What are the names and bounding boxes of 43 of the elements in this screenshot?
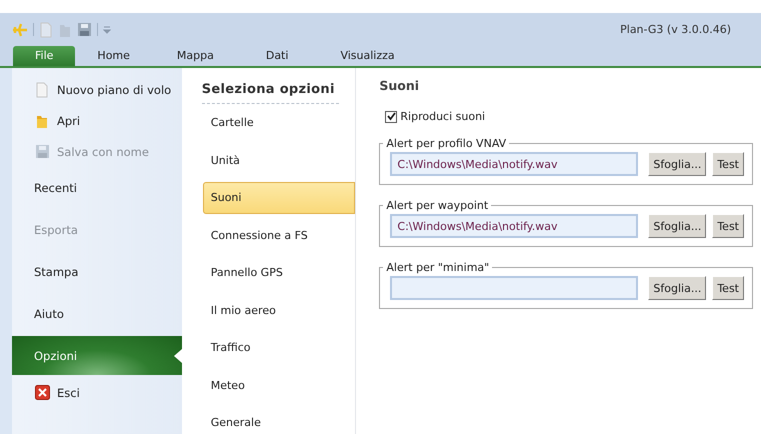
section-heading: Seleziona opzioni bbox=[202, 80, 340, 104]
menu-item[interactable]: Opzioni bbox=[12, 336, 182, 375]
airplane-icon[interactable] bbox=[12, 22, 28, 36]
close-icon bbox=[34, 385, 50, 400]
document-icon[interactable] bbox=[39, 22, 53, 38]
test-button[interactable]: Test bbox=[712, 214, 744, 238]
option-item[interactable]: Unità bbox=[202, 144, 356, 176]
menu-item[interactable]: Nuovo piano di volo bbox=[12, 74, 182, 105]
menu-item[interactable]: Apri bbox=[12, 105, 182, 136]
option-item[interactable]: Traffico bbox=[202, 332, 356, 364]
ribbon-tab[interactable]: File bbox=[13, 46, 76, 66]
group-label: Alert per "minima" bbox=[385, 261, 490, 274]
file-path-field[interactable] bbox=[390, 276, 638, 300]
checkbox-label[interactable]: Riproduci suoni bbox=[400, 110, 486, 123]
option-item[interactable]: Meteo bbox=[202, 370, 356, 402]
menu-item[interactable]: Aiuto bbox=[12, 293, 182, 335]
menu-item[interactable]: Esci bbox=[12, 377, 182, 408]
ribbon-tab[interactable]: Dati bbox=[240, 46, 314, 66]
menu-item[interactable]: Recenti bbox=[12, 167, 182, 209]
option-item[interactable]: Suoni bbox=[202, 182, 356, 214]
menu-item[interactable]: Stampa bbox=[12, 251, 182, 293]
window-title: Plan-G3 (v 3.0.0.46) bbox=[620, 23, 731, 36]
test-button[interactable]: Test bbox=[712, 152, 744, 176]
browse-button[interactable]: Sfoglia... bbox=[648, 214, 706, 238]
checkbox[interactable] bbox=[385, 110, 398, 122]
dropdown-icon[interactable] bbox=[103, 26, 111, 34]
ribbon-tab[interactable]: Mappa bbox=[150, 46, 240, 66]
browse-button[interactable]: Sfoglia... bbox=[648, 276, 706, 300]
ribbon-tab[interactable]: Visualizza bbox=[314, 46, 421, 66]
option-item[interactable]: Generale bbox=[202, 407, 356, 434]
browse-button[interactable]: Sfoglia... bbox=[648, 152, 706, 176]
file-path-field[interactable]: C:\Windows\Media\notify.wav bbox=[390, 152, 638, 176]
option-item[interactable]: Connessione a FS bbox=[202, 220, 356, 252]
file-path-field[interactable]: C:\Windows\Media\notify.wav bbox=[390, 214, 638, 238]
document-icon bbox=[35, 82, 49, 98]
option-item[interactable]: Cartelle bbox=[202, 107, 356, 139]
test-button[interactable]: Test bbox=[712, 276, 744, 300]
group-label: Alert per waypoint bbox=[385, 199, 490, 212]
group-label: Alert per profilo VNAV bbox=[385, 137, 508, 150]
panel-title: Suoni bbox=[379, 78, 420, 93]
option-item[interactable]: Pannello GPS bbox=[202, 257, 356, 289]
option-item[interactable]: Il mio aereo bbox=[202, 294, 356, 326]
ribbon-tab[interactable]: Home bbox=[75, 46, 151, 66]
